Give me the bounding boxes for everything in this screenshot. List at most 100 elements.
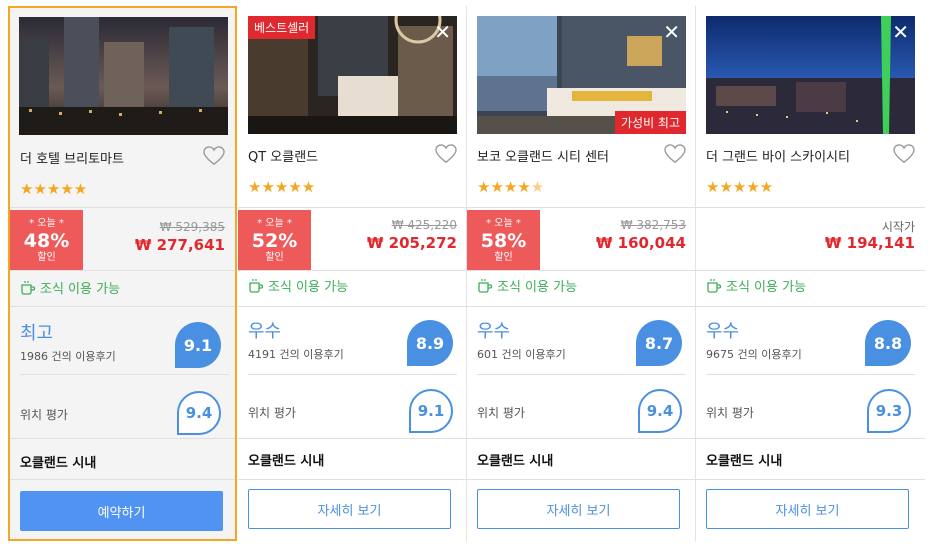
sale-price: ₩ 160,044 — [595, 234, 686, 252]
divider — [10, 270, 235, 271]
hotel-card[interactable]: 더 호텔 브리토마트 ★★★★★ * 오늘 * 48% 할인 ₩ 529,385… — [8, 6, 237, 541]
hotel-photo[interactable] — [19, 17, 228, 135]
divider — [477, 374, 686, 375]
review-score: 8.9 — [407, 320, 453, 366]
location-label: 위치 평가 — [477, 406, 525, 420]
hotel-card[interactable]: 베스트셀러 ✕ QT 오클랜드 ★★★★★ * 오늘 * 52% 할인 ₩ 42… — [238, 6, 467, 541]
heart-icon[interactable] — [435, 144, 457, 164]
discount-label: 할인 — [265, 252, 284, 263]
location-label: 위치 평가 — [248, 406, 296, 420]
review-count[interactable]: 601 건의 이용후기 — [477, 346, 566, 362]
district: 오클랜드 시내 — [477, 454, 554, 469]
breakfast-available: 조식 이용 가능 — [706, 276, 806, 295]
review-score: 8.7 — [636, 320, 682, 366]
divider — [10, 438, 235, 439]
divider — [467, 306, 696, 307]
coffee-cup-icon — [21, 280, 36, 295]
discount-badge: * 오늘 * 48% 할인 — [10, 210, 83, 270]
details-button[interactable]: 자세히 보기 — [706, 489, 909, 529]
divider — [238, 479, 467, 480]
divider — [10, 306, 235, 307]
discount-badge: * 오늘 * 58% 할인 — [467, 210, 540, 270]
district: 오클랜드 시내 — [248, 454, 325, 469]
details-button[interactable]: 자세히 보기 — [248, 489, 451, 529]
discount-percent: 58% — [480, 230, 527, 252]
discount-percent: 52% — [251, 230, 298, 252]
location-label: 위치 평가 — [706, 406, 754, 420]
sale-price: ₩ 205,272 — [366, 234, 457, 252]
divider — [10, 207, 235, 208]
heart-icon[interactable] — [893, 144, 915, 164]
divider — [706, 374, 915, 375]
hotel-photo[interactable]: ✕ 가성비 최고 — [477, 16, 686, 134]
review-score: 8.8 — [865, 320, 911, 366]
coffee-cup-icon — [249, 278, 264, 293]
coffee-cup-icon — [478, 278, 493, 293]
divider — [696, 207, 925, 208]
hotel-card[interactable]: ✕ 더 그랜드 바이 스카이시티 ★★★★★ 시작가 ₩ 194,141 조식 … — [696, 6, 925, 541]
breakfast-label: 조식 이용 가능 — [726, 280, 807, 295]
hotel-name[interactable]: 더 그랜드 바이 스카이시티 — [706, 146, 850, 165]
bestseller-badge: 베스트셀러 — [248, 16, 316, 39]
original-price: ₩ 382,753 — [620, 218, 686, 232]
breakfast-label: 조식 이용 가능 — [40, 282, 121, 297]
discount-today-label: * 오늘 * — [257, 218, 292, 229]
close-icon[interactable]: ✕ — [434, 20, 451, 44]
rating-word: 우수 — [248, 321, 282, 342]
hotel-card[interactable]: ✕ 가성비 최고 보코 오클랜드 시티 센터 ★★★★★ * 오늘 * 58% … — [467, 6, 696, 541]
hotel-name[interactable]: 더 호텔 브리토마트 — [20, 148, 124, 167]
district: 오클랜드 시내 — [706, 454, 783, 469]
discount-today-label: * 오늘 * — [29, 218, 64, 229]
heart-icon[interactable] — [664, 144, 686, 164]
rating-word: 우수 — [706, 321, 740, 342]
hotel-photo[interactable]: 베스트셀러 ✕ — [248, 16, 457, 134]
close-icon[interactable]: ✕ — [892, 20, 909, 44]
close-icon[interactable]: ✕ — [663, 20, 680, 44]
coffee-cup-icon — [707, 278, 722, 293]
best-value-badge: 가성비 최고 — [614, 111, 686, 134]
hotel-name[interactable]: QT 오클랜드 — [248, 146, 318, 165]
star-rating: ★★★★★ — [248, 178, 316, 196]
breakfast-available: 조식 이용 가능 — [477, 276, 577, 295]
divider — [238, 306, 467, 307]
location-score: 9.4 — [638, 389, 682, 433]
hotel-photo[interactable]: ✕ — [706, 16, 915, 134]
location-label: 위치 평가 — [20, 408, 68, 422]
breakfast-available: 조식 이용 가능 — [20, 278, 120, 297]
price-prefix: 시작가 — [881, 220, 915, 234]
district: 오클랜드 시내 — [20, 456, 97, 471]
review-count[interactable]: 9675 건의 이용후기 — [706, 346, 802, 362]
location-score: 9.3 — [867, 389, 911, 433]
divider — [248, 374, 457, 375]
divider — [696, 270, 925, 271]
divider — [467, 207, 696, 208]
rating-word: 최고 — [20, 323, 54, 344]
breakfast-label: 조식 이용 가능 — [497, 280, 578, 295]
hotel-comparison-row: 더 호텔 브리토마트 ★★★★★ * 오늘 * 48% 할인 ₩ 529,385… — [0, 0, 931, 550]
divider — [238, 270, 467, 271]
star-rating: ★★★★★ — [477, 178, 545, 196]
star-rating: ★★★★★ — [20, 180, 88, 198]
discount-badge: * 오늘 * 52% 할인 — [238, 210, 311, 270]
review-count[interactable]: 4191 건의 이용후기 — [248, 346, 344, 362]
breakfast-available: 조식 이용 가능 — [248, 276, 348, 295]
sale-price: ₩ 194,141 — [824, 234, 915, 252]
heart-icon[interactable] — [203, 146, 225, 166]
rating-word: 우수 — [477, 321, 511, 342]
discount-label: 할인 — [37, 252, 56, 263]
location-score: 9.4 — [177, 391, 221, 435]
divider — [467, 270, 696, 271]
hotel-name[interactable]: 보코 오클랜드 시티 센터 — [477, 146, 609, 165]
discount-percent: 48% — [23, 230, 70, 252]
sale-price: ₩ 277,641 — [134, 236, 225, 254]
location-score: 9.1 — [409, 389, 453, 433]
divider — [238, 207, 467, 208]
discount-today-label: * 오늘 * — [486, 218, 521, 229]
review-count[interactable]: 1986 건의 이용후기 — [20, 348, 116, 364]
discount-label: 할인 — [494, 252, 513, 263]
book-button[interactable]: 예약하기 — [20, 491, 223, 531]
details-button[interactable]: 자세히 보기 — [477, 489, 680, 529]
review-score: 9.1 — [175, 322, 221, 368]
divider — [696, 479, 925, 480]
divider — [467, 479, 696, 480]
